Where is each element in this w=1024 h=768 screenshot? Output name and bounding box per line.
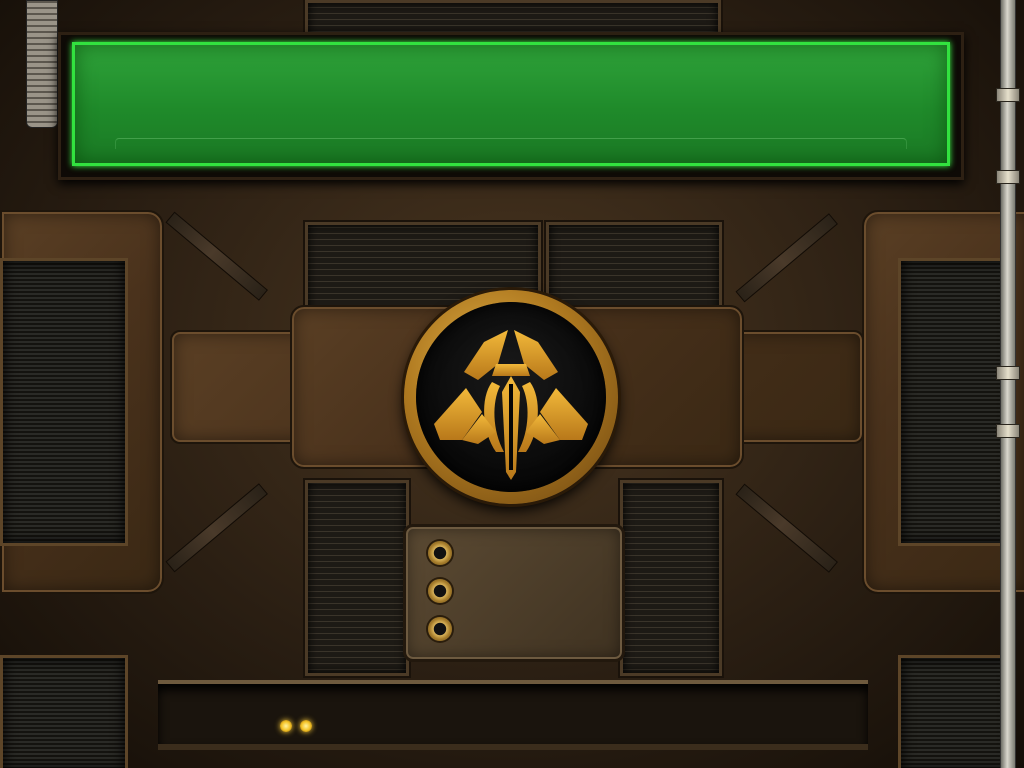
indicator-knob[interactable] [428,617,452,641]
center-grille-bottom-left [305,480,409,676]
right-pipe [1000,0,1016,768]
game-scene [0,0,1024,768]
pipe-band [996,366,1020,380]
strut-upper-right [735,213,838,303]
indicator-knob[interactable] [428,541,452,565]
indicator-knob[interactable] [428,579,452,603]
faction-claw-emblem-icon [434,330,588,480]
status-banner [72,42,950,166]
strut-upper-left [165,211,268,301]
rail-lamp [280,720,292,732]
emblem-core [416,302,606,492]
right-mesh-panel-upper [898,258,1016,546]
pipe-band [996,170,1020,184]
pipe-band [996,88,1020,102]
strut-lower-right [735,483,838,573]
console-plate [403,524,625,662]
left-mesh-panel-lower [0,655,128,768]
rail-lamp [300,720,312,732]
left-mesh-panel-upper [0,258,128,546]
strut-lower-left [165,483,268,573]
left-canister [26,0,58,128]
pipe-band [996,424,1020,438]
center-grille-bottom-right [620,480,722,676]
bottom-rail [158,680,868,750]
right-mesh-panel-lower [898,655,1016,768]
